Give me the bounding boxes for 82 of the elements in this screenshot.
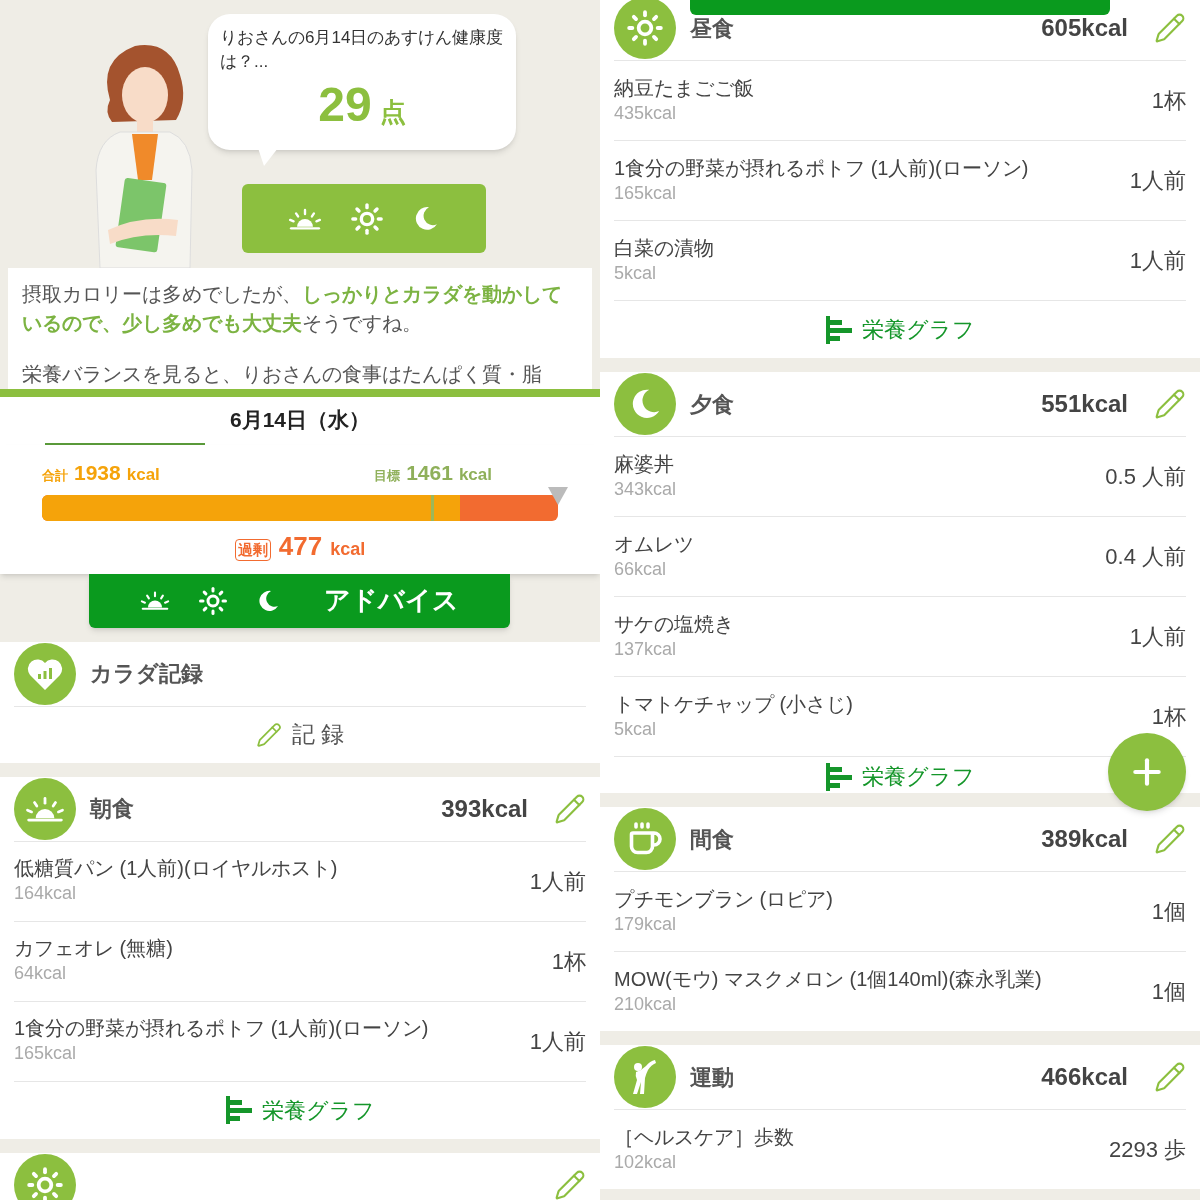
food-amount: 1杯 — [1151, 87, 1186, 115]
food-kcal: 64kcal — [14, 962, 68, 985]
target-label: 目標 — [374, 467, 401, 485]
food-name: 低糖質パン (1人前)(ロイヤルホスト) — [14, 856, 338, 881]
food-kcal: 102kcal — [614, 1150, 678, 1174]
food-name: 1食分の野菜が摂れるポトフ (1人前)(ローソン) — [14, 1016, 429, 1041]
food-row[interactable]: サケの塩焼き 137kcal 1人前 — [614, 596, 1186, 676]
food-amount: 1人前 — [1129, 167, 1186, 195]
food-name: オムレツ — [614, 531, 694, 557]
food-name: サケの塩焼き — [614, 611, 734, 637]
food-kcal: 66kcal — [614, 557, 668, 581]
food-amount: 1人前 — [1129, 247, 1186, 275]
section-kcal: 393kcal — [441, 793, 528, 824]
food-amount: 1人前 — [1129, 623, 1186, 651]
section-kcal: 389kcal — [1041, 824, 1128, 854]
food-amount: 2293 歩 — [1108, 1136, 1186, 1164]
total-kcal: 1938 — [74, 460, 121, 486]
food-row[interactable]: オムレツ 66kcal 0.4 人前 — [614, 516, 1186, 596]
section-kcal: 605kcal — [1041, 13, 1128, 43]
section-title: 夕食 — [690, 390, 734, 419]
food-kcal: 179kcal — [614, 912, 678, 936]
excess-kcal: 477 — [278, 529, 323, 563]
food-row[interactable]: ［ヘルスケア］歩数 102kcal 2293 歩 — [614, 1109, 1186, 1189]
target-kcal: 1461 — [406, 460, 453, 486]
food-amount: 0.5 人前 — [1105, 463, 1186, 491]
nutrition-graph-link[interactable]: 栄養グラフ — [825, 760, 975, 793]
food-amount: 1個 — [1151, 898, 1186, 926]
food-kcal: 164kcal — [14, 882, 78, 905]
food-row[interactable]: 麻婆丼 343kcal 0.5 人前 — [614, 436, 1186, 516]
food-row[interactable]: カフェオレ (無糖) 64kcal 1杯 — [14, 920, 586, 1001]
score-unit: 点 — [379, 96, 406, 129]
food-amount: 1人前 — [529, 1027, 586, 1056]
food-name: カフェオレ (無糖) — [14, 936, 173, 961]
section-title: カラダ記録 — [90, 660, 203, 688]
excess-unit: kcal — [330, 537, 366, 561]
food-name: プチモンブラン (ロピア) — [614, 886, 833, 912]
date-title: 6月14日（水） — [229, 407, 370, 434]
food-name: 白菜の漬物 — [614, 235, 714, 261]
food-row[interactable]: 1食分の野菜が摂れるポトフ (1人前)(ローソン) 165kcal 1人前 — [614, 140, 1186, 220]
nutrition-graph-link[interactable]: 栄養グラフ — [825, 313, 975, 346]
health-score: 29 — [318, 80, 372, 130]
record-button[interactable]: 記 録 — [255, 717, 345, 752]
food-amount: 1個 — [1151, 978, 1186, 1006]
food-kcal: 165kcal — [14, 1042, 78, 1065]
food-row[interactable]: 白菜の漬物 5kcal 1人前 — [614, 220, 1186, 300]
food-amount: 1杯 — [1151, 703, 1186, 731]
food-row[interactable]: 1食分の野菜が摂れるポトフ (1人前)(ローソン) 165kcal 1人前 — [14, 1000, 586, 1081]
section-title: 間食 — [690, 825, 734, 854]
total-unit: kcal — [126, 464, 160, 486]
total-label: 合計 — [42, 467, 68, 485]
food-name: トマトケチャップ (小さじ) — [614, 691, 853, 717]
food-name: MOW(モウ) マスクメロン (1個140ml)(森永乳業) — [614, 966, 1042, 992]
food-amount: 1人前 — [529, 867, 586, 896]
food-kcal: 137kcal — [614, 637, 678, 661]
food-kcal: 5kcal — [614, 717, 658, 741]
food-kcal: 210kcal — [614, 992, 678, 1016]
food-kcal: 435kcal — [614, 101, 678, 125]
food-row[interactable]: プチモンブラン (ロピア) 179kcal 1個 — [614, 871, 1186, 951]
food-row[interactable]: 低糖質パン (1人前)(ロイヤルホスト) 164kcal 1人前 — [14, 840, 586, 921]
food-row[interactable]: MOW(モウ) マスクメロン (1個140ml)(森永乳業) 210kcal 1個 — [614, 951, 1186, 1031]
section-kcal: 466kcal — [1041, 1062, 1128, 1092]
target-unit: kcal — [458, 464, 492, 486]
food-amount: 1杯 — [551, 947, 586, 976]
food-amount: 0.4 人前 — [1105, 543, 1186, 571]
food-kcal: 165kcal — [614, 181, 678, 205]
excess-badge: 過剰 — [234, 538, 271, 561]
section-title: 朝食 — [90, 795, 134, 823]
food-kcal: 5kcal — [614, 261, 658, 285]
advice-button[interactable]: アドバイス — [89, 573, 510, 628]
section-title: 運動 — [690, 1063, 734, 1092]
assistant-question: りおさんの6月14日のあすけん健康度は？... — [220, 27, 504, 73]
advice-paragraph: 摂取カロリーは多めでしたが、しっかりとカラダを動かしているので、少し多めでも大丈夫そうですね。 — [22, 282, 563, 336]
food-kcal: 343kcal — [614, 477, 677, 501]
food-name: 1食分の野菜が摂れるポトフ (1人前)(ローソン) — [614, 155, 1029, 181]
food-row[interactable]: 納豆たまごご飯 435kcal 1杯 — [614, 60, 1186, 140]
food-name: ［ヘルスケア］歩数 — [614, 1124, 794, 1150]
nutrition-graph-link[interactable]: 栄養グラフ — [225, 1093, 375, 1127]
section-kcal: 551kcal — [1041, 389, 1128, 419]
food-name: 納豆たまごご飯 — [614, 75, 754, 101]
section-title: 昼食 — [690, 14, 734, 43]
food-name: 麻婆丼 — [614, 451, 675, 477]
advice-paragraph: 栄養バランスを見ると、りおさんの食事はたんぱく質・脂 — [22, 362, 543, 387]
